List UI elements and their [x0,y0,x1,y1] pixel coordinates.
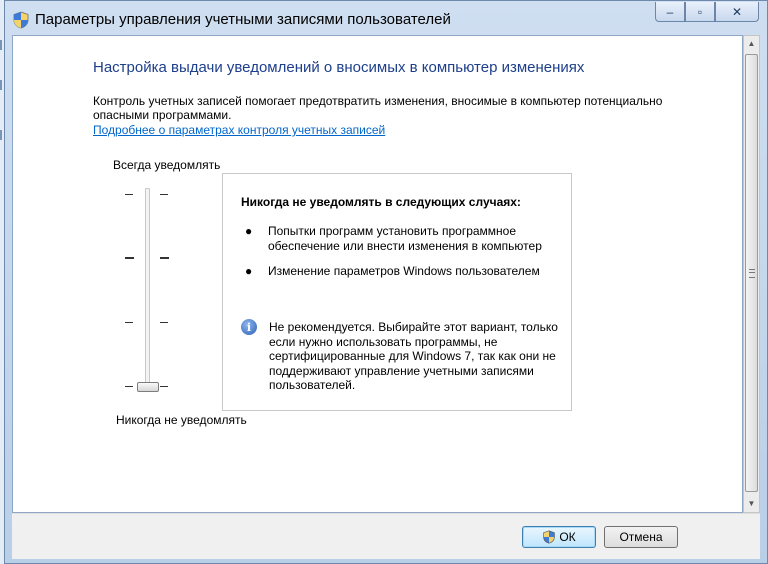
slider-tick [125,257,134,259]
vertical-scrollbar[interactable]: ▲ ▼ [743,35,760,513]
slider-tick [125,386,133,387]
bullet-icon: ● [245,224,253,238]
slider-thumb[interactable] [137,382,159,392]
bullet-icon: ● [245,264,253,278]
info-icon: i [241,319,257,335]
window-title: Параметры управления учетными записями п… [35,11,451,28]
scrollbar-thumb[interactable] [745,54,758,492]
recommendation-note: Не рекомендуется. Выбирайте этот вариант… [269,320,558,392]
description-text: Контроль учетных записей помогает предот… [93,94,663,122]
uac-settings-link[interactable]: Подробнее о параметрах контроля учетных … [93,123,385,137]
level-description-box: Никогда не уведомлять в следующих случая… [222,173,572,411]
slider-tick [125,322,133,323]
slider-tick [160,257,169,259]
content-area: Настройка выдачи уведомлений о вносимых … [12,35,743,513]
scroll-up-arrow-icon[interactable]: ▲ [744,36,759,52]
scrollbar-grip-icon [749,269,755,278]
slider-top-label: Всегда уведомлять [113,158,221,172]
slider-tick [160,194,168,195]
title-bar[interactable]: Параметры управления учетными записями п… [5,1,767,35]
uac-settings-window: Параметры управления учетными записями п… [4,0,768,564]
uac-shield-icon [13,11,29,29]
bullet-item: Изменение параметров Windows пользовател… [268,264,540,278]
slider-track[interactable] [145,188,150,390]
cancel-button[interactable]: Отмена [604,526,678,548]
dialog-footer: ОК Отмена [12,513,760,559]
bullet-item: Попытки программ установить программное … [268,224,542,253]
caption-buttons: – ▫ ✕ [655,2,759,24]
ok-button-label: ОК [559,530,576,544]
maximize-button[interactable]: ▫ [685,2,715,22]
slider-tick [160,322,168,323]
uac-shield-icon [543,530,556,544]
scroll-down-arrow-icon[interactable]: ▼ [744,496,759,512]
minimize-button[interactable]: – [655,2,685,22]
slider-tick [160,386,168,387]
ok-button[interactable]: ОК [522,526,596,548]
slider-tick [125,194,133,195]
close-button[interactable]: ✕ [715,2,759,22]
slider-bottom-label: Никогда не уведомлять [116,413,247,427]
page-title: Настройка выдачи уведомлений о вносимых … [93,59,585,76]
info-box-title: Никогда не уведомлять в следующих случая… [241,195,521,209]
